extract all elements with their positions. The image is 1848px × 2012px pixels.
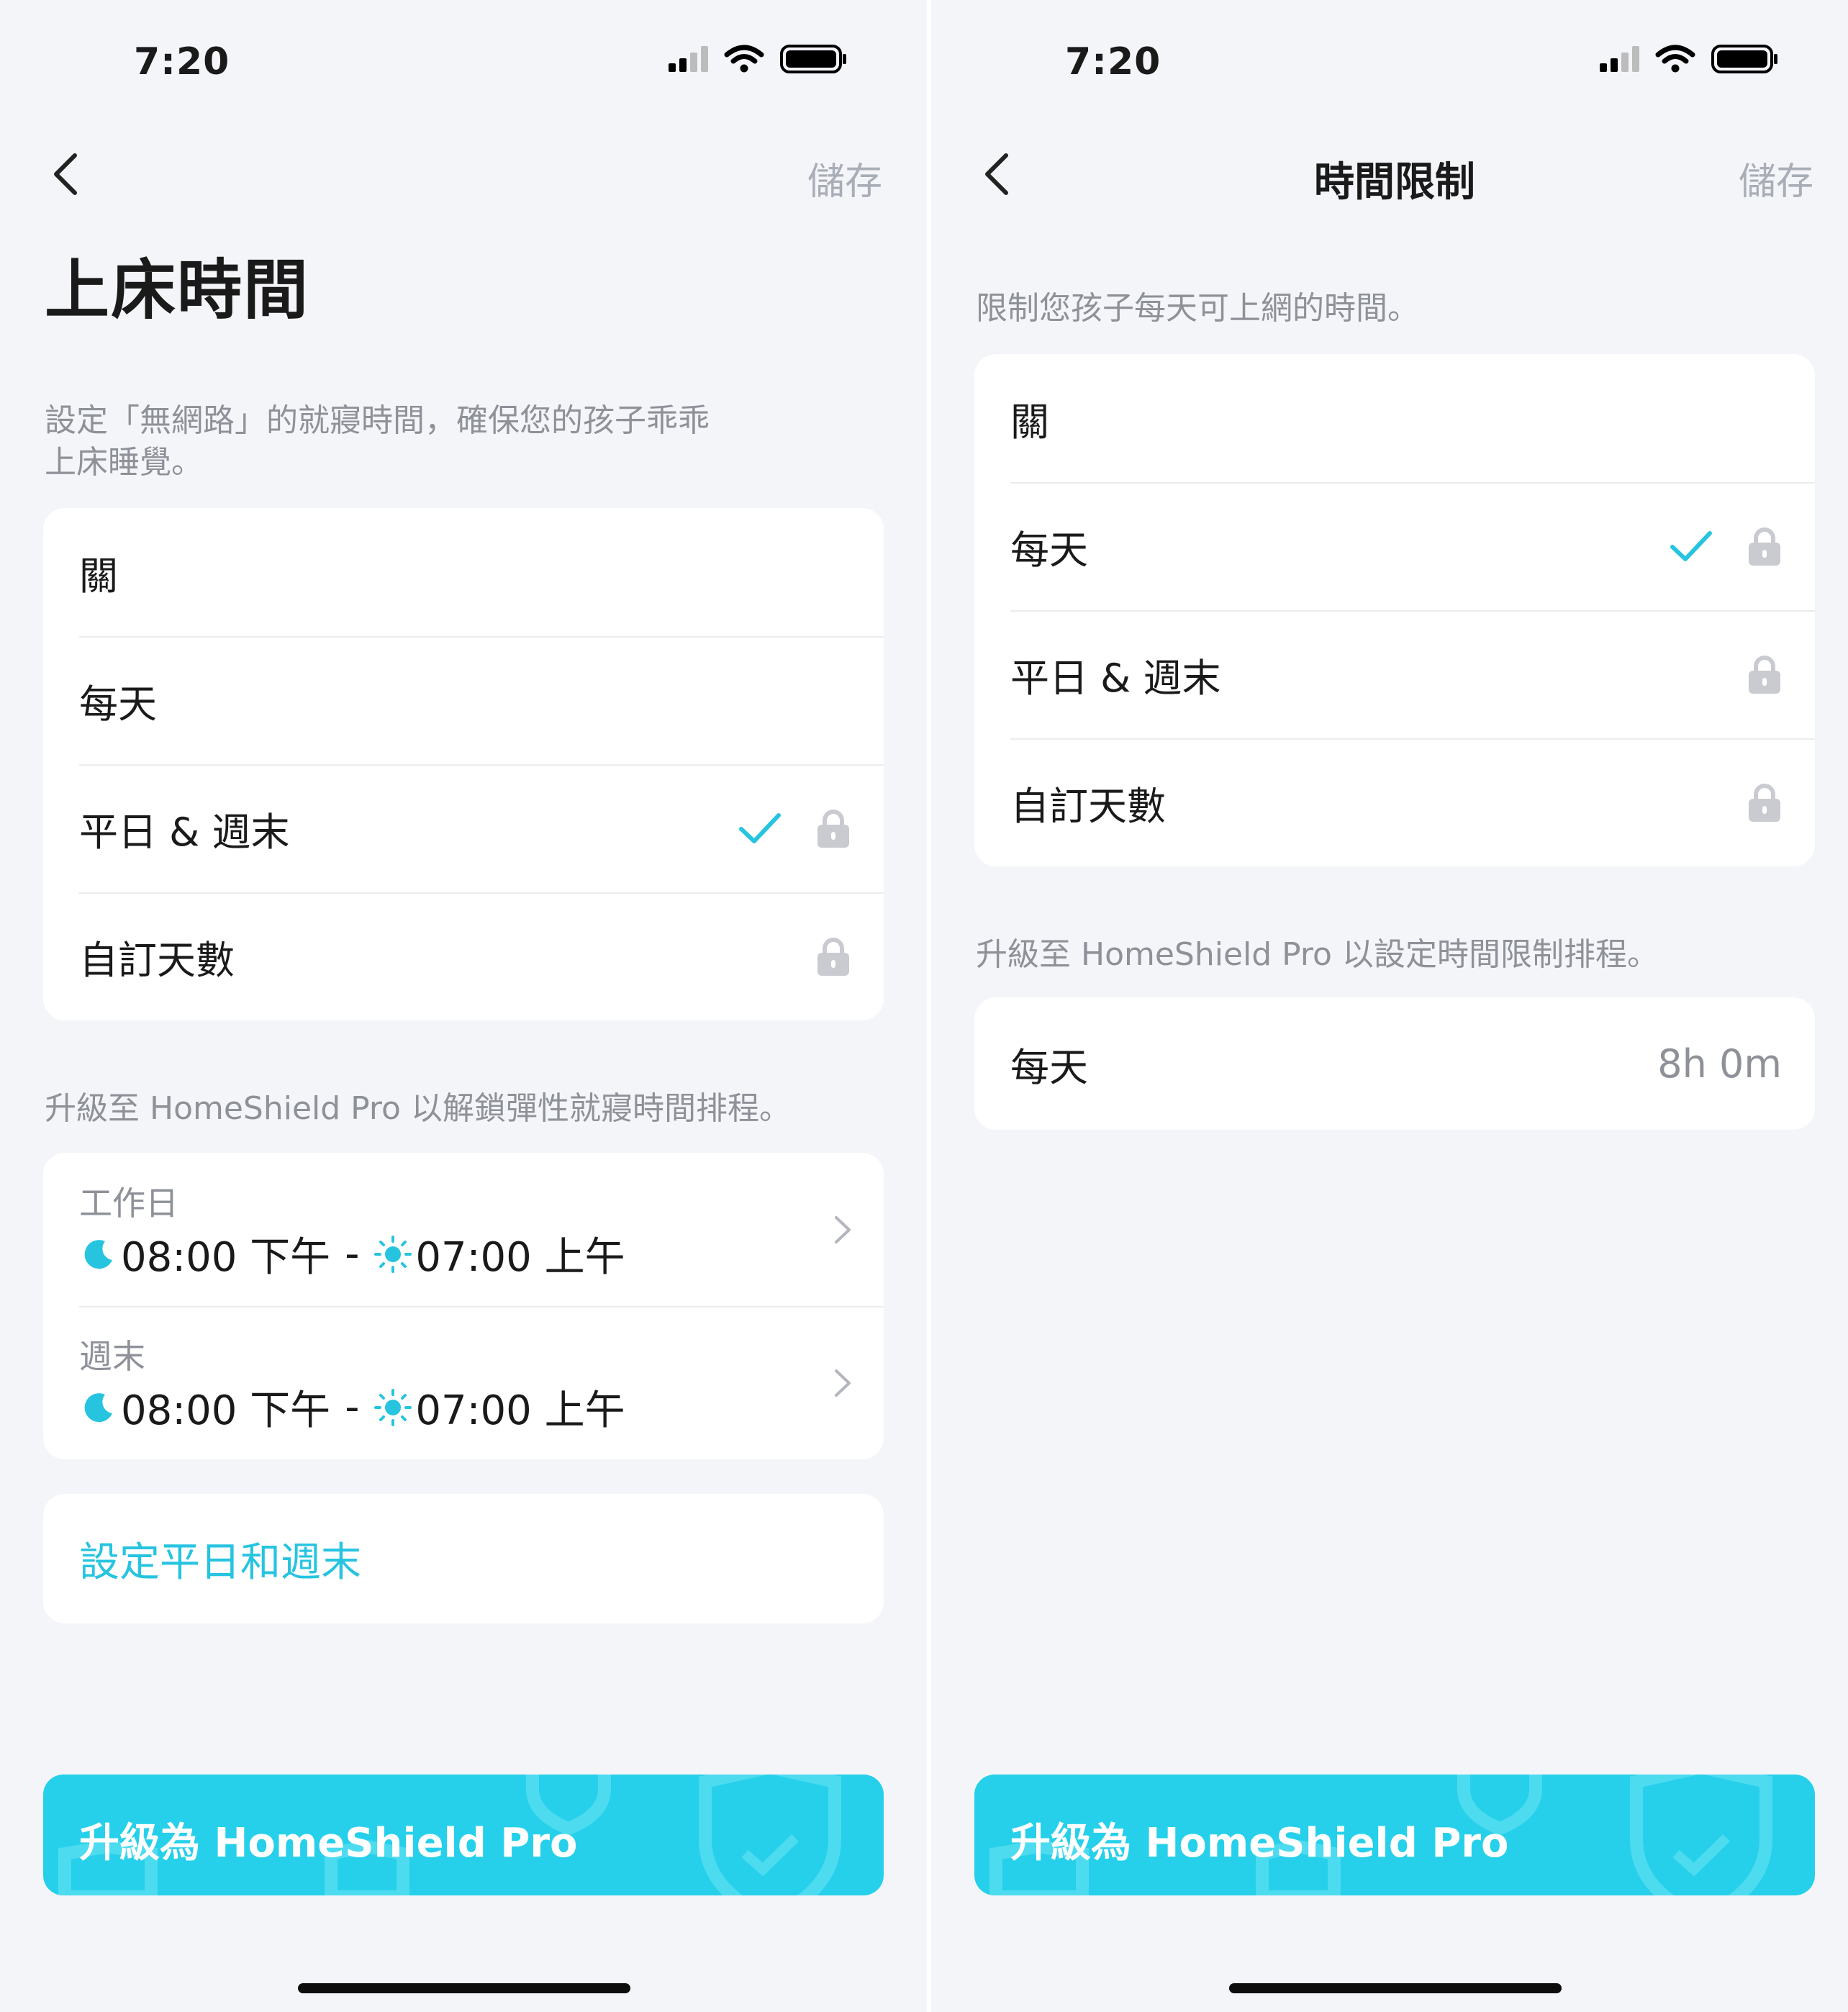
- sun-icon: [374, 1388, 412, 1426]
- cellular-signal-icon: [1600, 46, 1639, 72]
- wake-value: 07:00 上午: [415, 1234, 625, 1281]
- bedtime-value: 08:00 下午: [121, 1234, 331, 1281]
- battery-icon: [780, 45, 846, 73]
- limit-row-everyday[interactable]: 每天 8h 0m: [974, 997, 1815, 1130]
- status-time: 7:20: [1065, 40, 1161, 83]
- description: 設定「無網路」的就寢時間，確保您的孩子乖乖 上床睡覺。: [45, 400, 710, 484]
- upgrade-note: 升級至 HomeShield Pro 以解鎖彈性就寢時間排程。: [45, 1090, 791, 1127]
- sun-icon: [374, 1235, 412, 1273]
- option-label: 每天: [79, 681, 157, 727]
- back-button[interactable]: [46, 144, 89, 204]
- upgrade-button[interactable]: 升級為 HomeShield Pro: [974, 1775, 1815, 1895]
- option-everyday[interactable]: 每天: [974, 482, 1815, 610]
- option-custom-days[interactable]: 自訂天數: [43, 892, 884, 1020]
- option-weekday-weekend[interactable]: 平日 & 週末: [974, 610, 1815, 738]
- moon-icon: [84, 1392, 112, 1422]
- option-weekday-weekend[interactable]: 平日 & 週末: [43, 764, 884, 892]
- mode-options-card: 關 每天 平日 & 週末 自訂天數: [43, 508, 884, 1020]
- option-label: 平日 & 週末: [1010, 655, 1221, 701]
- lock-icon: [1749, 656, 1780, 694]
- limit-label: 每天: [1010, 1044, 1088, 1090]
- description-line: 上床睡覺。: [45, 444, 203, 481]
- option-label: 每天: [1010, 527, 1088, 573]
- checkmark-icon: [739, 813, 781, 843]
- upgrade-button[interactable]: 升級為 HomeShield Pro: [43, 1775, 884, 1895]
- lock-icon: [1749, 784, 1780, 822]
- schedule-label: 週末: [79, 1337, 145, 1376]
- chevron-left-icon: [985, 153, 1008, 195]
- wake-value: 07:00 上午: [415, 1387, 625, 1434]
- time-separator: -: [345, 1231, 360, 1277]
- option-label: 關: [1010, 399, 1049, 445]
- wifi-icon: [1655, 45, 1695, 73]
- nav-title: 時間限制: [1314, 159, 1475, 206]
- bedtime-value: 08:00 下午: [121, 1387, 331, 1434]
- limit-value: 8h 0m: [1657, 1041, 1782, 1087]
- lock-icon: [1749, 527, 1780, 566]
- chevron-right-icon: [835, 1369, 851, 1397]
- save-button[interactable]: 儲存: [807, 151, 882, 205]
- chevron-left-icon: [54, 153, 77, 195]
- description: 限制您孩子每天可上網的時間。: [976, 290, 1419, 327]
- back-button[interactable]: [977, 144, 1020, 204]
- option-label: 自訂天數: [1010, 783, 1166, 829]
- option-label: 關: [79, 553, 118, 599]
- set-weekday-weekend-link[interactable]: 設定平日和週末: [43, 1494, 884, 1623]
- option-off[interactable]: 關: [43, 508, 884, 636]
- checkmark-icon: [1670, 531, 1712, 561]
- home-indicator[interactable]: [1229, 1983, 1562, 1993]
- bedtime-screen: 7:20 儲存 上床時間 設定「無網路」的就寢時間，確保您的孩子乖乖 上床睡覺。…: [0, 0, 927, 2012]
- schedule-time: 08:00 下午 - 07:00 上午: [79, 1225, 625, 1283]
- upgrade-button-label: 升級為 HomeShield Pro: [1010, 1820, 1509, 1867]
- battery-icon: [1711, 45, 1777, 73]
- option-custom-days[interactable]: 自訂天數: [974, 738, 1815, 866]
- status-icons: [1600, 45, 1779, 73]
- home-indicator[interactable]: [298, 1983, 630, 1993]
- page-title: 上床時間: [45, 253, 309, 328]
- wifi-icon: [724, 45, 764, 73]
- moon-icon: [84, 1239, 112, 1269]
- upgrade-button-label: 升級為 HomeShield Pro: [79, 1820, 578, 1867]
- chevron-right-icon: [835, 1216, 851, 1243]
- schedule-row-weekday[interactable]: 工作日 08:00 下午 - 07:00 上午: [43, 1153, 884, 1306]
- status-time: 7:20: [134, 40, 230, 83]
- schedule-label: 工作日: [79, 1184, 178, 1223]
- save-button[interactable]: 儲存: [1739, 151, 1813, 205]
- schedule-time: 08:00 下午 - 07:00 上午: [79, 1378, 625, 1436]
- cellular-signal-icon: [669, 46, 708, 72]
- upgrade-note: 升級至 HomeShield Pro 以設定時間限制排程。: [976, 936, 1659, 973]
- set-weekday-weekend-card: 設定平日和週末: [43, 1494, 884, 1623]
- option-off[interactable]: 關: [974, 354, 1815, 482]
- option-label: 自訂天數: [79, 937, 235, 983]
- schedule-card: 工作日 08:00 下午 - 07:00 上午 週末 08:00 下午 - 07…: [43, 1153, 884, 1459]
- lock-icon: [817, 810, 849, 848]
- schedule-row-weekend[interactable]: 週末 08:00 下午 - 07:00 上午: [43, 1306, 884, 1459]
- limit-card: 每天 8h 0m: [974, 997, 1815, 1130]
- time-limit-screen: 7:20 時間限制 儲存 限制您孩子每天可上網的時間。 關 每天 平日 & 週末…: [931, 0, 1848, 2012]
- option-everyday[interactable]: 每天: [43, 636, 884, 764]
- lock-icon: [817, 938, 849, 976]
- time-separator: -: [345, 1384, 360, 1431]
- status-icons: [669, 45, 848, 73]
- description-line: 設定「無網路」的就寢時間，確保您的孩子乖乖: [45, 402, 710, 439]
- mode-options-card: 關 每天 平日 & 週末 自訂天數: [974, 354, 1815, 866]
- screens-container: 7:20 儲存 上床時間 設定「無網路」的就寢時間，確保您的孩子乖乖 上床睡覺。…: [0, 0, 1848, 2012]
- option-label: 平日 & 週末: [79, 809, 290, 855]
